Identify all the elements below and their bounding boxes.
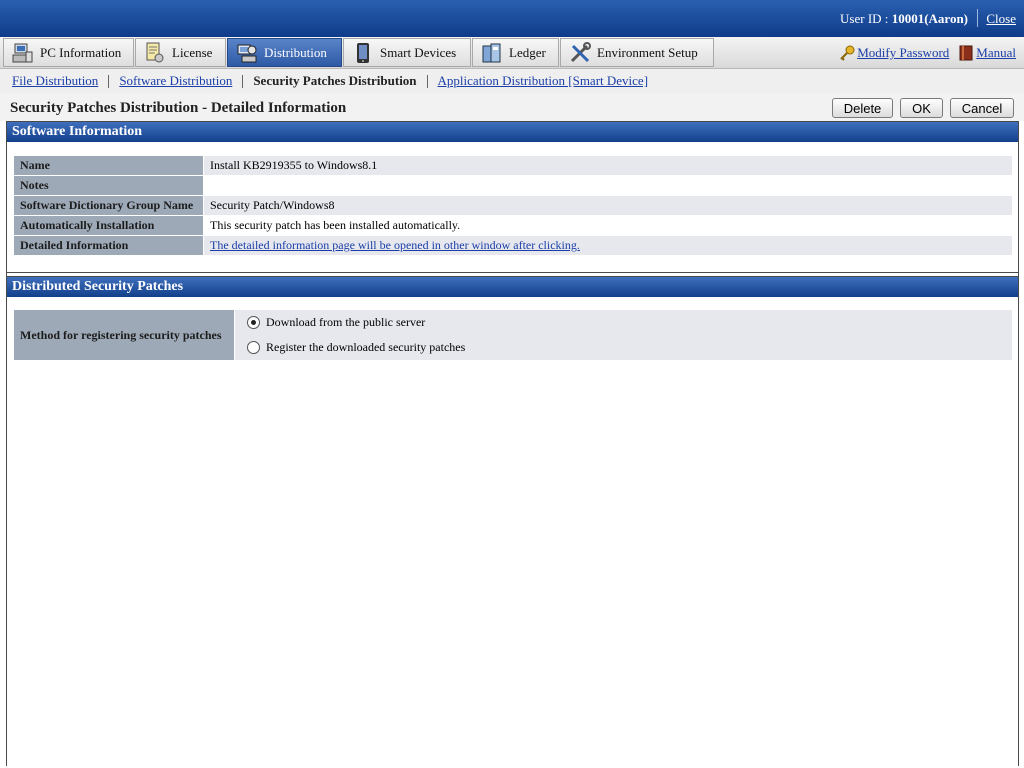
method-options: Download from the public server Register… xyxy=(234,309,1013,361)
table-row: Notes xyxy=(13,175,1013,196)
row-label: Automatically Installation xyxy=(13,215,204,236)
tab-license[interactable]: License xyxy=(135,38,226,67)
subnav-security-patches-distribution: Security Patches Distribution xyxy=(253,73,417,88)
subnav-file-distribution[interactable]: File Distribution xyxy=(12,73,98,89)
radio-option-public-server[interactable]: Download from the public server xyxy=(247,310,1006,335)
radio-option-downloaded-patches[interactable]: Register the downloaded security patches xyxy=(247,335,1006,360)
row-label: Notes xyxy=(13,175,204,196)
tab-label: Environment Setup xyxy=(597,44,698,60)
page-title: Security Patches Distribution - Detailed… xyxy=(10,100,347,116)
row-value: The detailed information page will be op… xyxy=(203,235,1013,256)
subnav-software-distribution[interactable]: Software Distribution xyxy=(119,73,232,89)
tab-label: Smart Devices xyxy=(380,44,457,60)
subnav-divider xyxy=(426,74,428,88)
user-id-value: 10001(Aaron) xyxy=(891,11,968,26)
tools-icon xyxy=(569,41,591,64)
smartphone-icon xyxy=(352,42,374,64)
tab-distribution[interactable]: Distribution xyxy=(227,38,342,67)
radio-label: Download from the public server xyxy=(266,315,426,329)
table-row: Software Dictionary Group Name Security … xyxy=(13,195,1013,216)
page-title-bar: Security Patches Distribution - Detailed… xyxy=(0,93,1024,121)
software-information-heading: Software Information xyxy=(7,122,1018,142)
method-label: Method for registering security patches xyxy=(13,309,235,361)
header-divider xyxy=(977,9,978,27)
ledger-icon xyxy=(481,42,503,64)
row-label: Name xyxy=(13,155,204,176)
subnav-application-distribution[interactable]: Application Distribution [Smart Device] xyxy=(438,73,648,89)
close-link[interactable]: Close xyxy=(986,11,1016,27)
utility-links: Modify Password Manual xyxy=(839,45,1016,61)
manual-link[interactable]: Manual xyxy=(976,45,1016,61)
table-row: Method for registering security patches … xyxy=(13,309,1013,361)
row-value xyxy=(203,175,1013,196)
row-label: Software Dictionary Group Name xyxy=(13,195,204,216)
pc-icon xyxy=(12,42,34,64)
delete-button[interactable]: Delete xyxy=(832,98,893,118)
modify-password-link[interactable]: Modify Password xyxy=(857,45,949,61)
distributed-security-patches-heading: Distributed Security Patches xyxy=(7,277,1018,297)
sub-navigation: File Distribution Software Distribution … xyxy=(0,69,1024,93)
row-value: Install KB2919355 to Windows8.1 xyxy=(203,155,1013,176)
tab-label: Distribution xyxy=(264,44,327,60)
license-icon xyxy=(144,42,166,64)
key-icon xyxy=(839,45,855,61)
user-id-display: User ID : 10001(Aaron) xyxy=(840,11,968,27)
main-tab-bar: PC Information License Distribution Smar… xyxy=(0,37,1024,69)
row-value: This security patch has been installed a… xyxy=(203,215,1013,236)
radio-button[interactable] xyxy=(247,341,260,354)
tab-label: Ledger xyxy=(509,44,546,60)
table-row: Name Install KB2919355 to Windows8.1 xyxy=(13,155,1013,176)
row-value: Security Patch/Windows8 xyxy=(203,195,1013,216)
table-row: Automatically Installation This security… xyxy=(13,215,1013,236)
tab-smart-devices[interactable]: Smart Devices xyxy=(343,38,471,67)
book-icon xyxy=(959,45,973,61)
tab-pc-information[interactable]: PC Information xyxy=(3,38,134,67)
tab-label: PC Information xyxy=(40,44,122,60)
cancel-button[interactable]: Cancel xyxy=(950,98,1014,118)
radio-button-selected[interactable] xyxy=(247,316,260,329)
detailed-information-link[interactable]: The detailed information page will be op… xyxy=(210,238,580,252)
registration-method-table: Method for registering security patches … xyxy=(13,309,1013,361)
tab-label: License xyxy=(172,44,213,60)
tab-ledger[interactable]: Ledger xyxy=(472,38,559,67)
subnav-divider xyxy=(242,74,244,88)
row-label: Detailed Information xyxy=(13,235,204,256)
ok-button[interactable]: OK xyxy=(900,98,943,118)
subnav-divider xyxy=(108,74,110,88)
tab-environment-setup[interactable]: Environment Setup xyxy=(560,38,714,67)
software-information-table: Name Install KB2919355 to Windows8.1 Not… xyxy=(13,155,1013,256)
table-row: Detailed Information The detailed inform… xyxy=(13,235,1013,256)
distributed-security-patches-panel: Distributed Security Patches Method for … xyxy=(6,276,1019,766)
top-header-bar: User ID : 10001(Aaron) Close xyxy=(0,0,1024,38)
software-information-panel: Software Information Name Install KB2919… xyxy=(6,121,1019,273)
radio-label: Register the downloaded security patches xyxy=(266,340,466,354)
distribution-icon xyxy=(236,42,258,64)
user-id-prefix: User ID : xyxy=(840,11,892,26)
